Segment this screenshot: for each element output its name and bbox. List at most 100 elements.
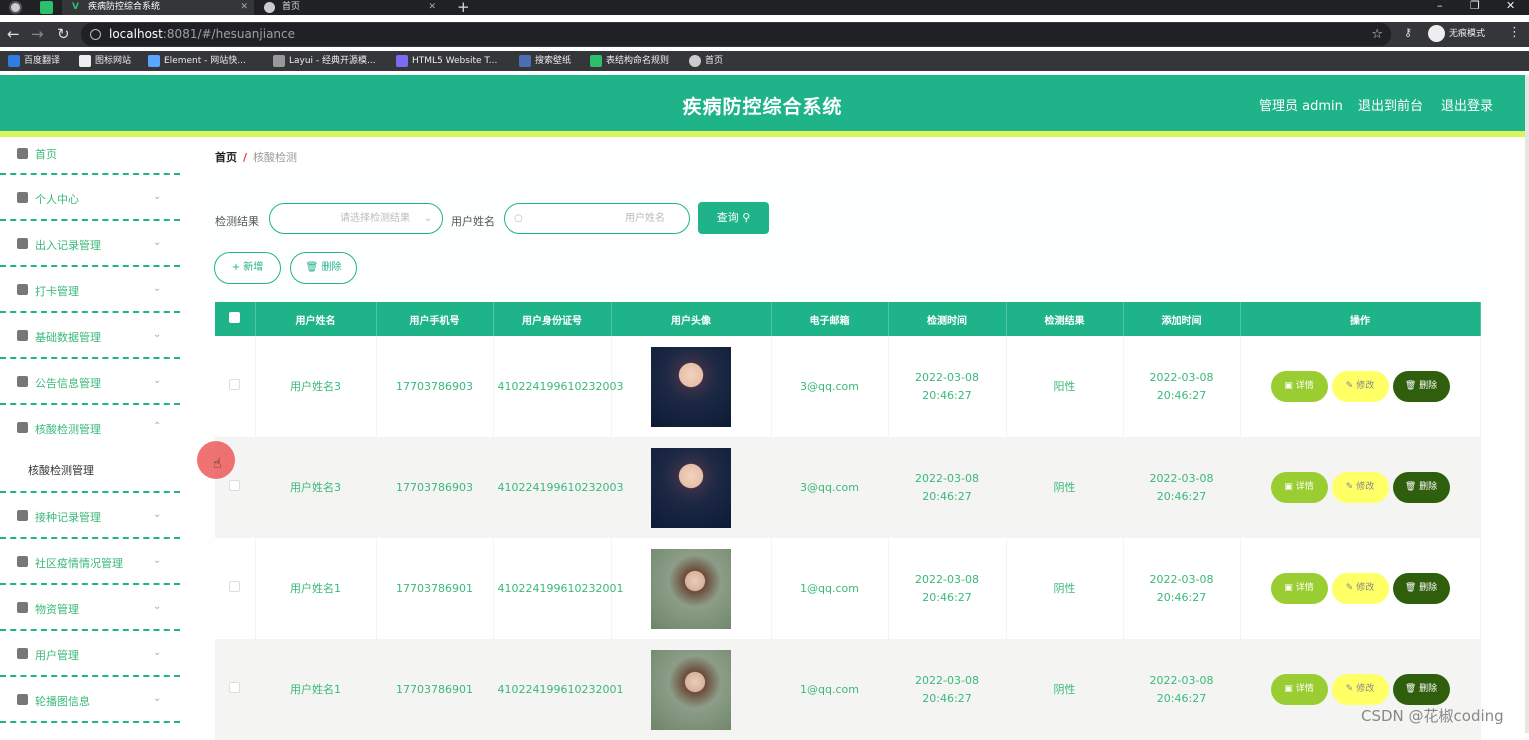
menu-dots-icon[interactable]: ⋮ — [1508, 25, 1521, 40]
name-search-input[interactable]: ○ 用户姓名 — [504, 203, 690, 234]
add-button[interactable]: + 新增 — [214, 252, 281, 284]
sidebar-item-access[interactable]: 出入记录管理 ⌄ — [0, 221, 180, 267]
cell-email: 3@qq.com — [771, 336, 889, 437]
user-avatar-image[interactable] — [651, 548, 731, 629]
minimize-button[interactable]: – — [1437, 0, 1443, 12]
column-header: 操作 — [1240, 302, 1481, 336]
edit-button[interactable]: ✎ 修改 — [1331, 674, 1389, 705]
bookmark-item[interactable]: 百度翻译 — [8, 51, 60, 71]
delete-button[interactable]: 🗑 删除 — [1392, 674, 1450, 705]
column-header[interactable]: 添加时间 — [1123, 302, 1241, 336]
tab-home[interactable]: 首页 ✕ — [256, 0, 442, 15]
column-header[interactable]: 检测结果 — [1006, 302, 1124, 336]
row-checkbox[interactable] — [229, 580, 241, 592]
column-header[interactable]: 用户手机号 — [376, 302, 494, 336]
detail-button[interactable]: ▣ 详情 — [1270, 371, 1328, 402]
edit-icon: ✎ — [1345, 381, 1354, 391]
batch-delete-button[interactable]: 🗑 删除 — [290, 252, 357, 284]
browser-globe-icon[interactable] — [9, 1, 22, 14]
edit-button[interactable]: ✎ 修改 — [1331, 573, 1389, 604]
row-select-cell — [215, 538, 256, 639]
column-header[interactable]: 电子邮箱 — [771, 302, 889, 336]
bookmark-item[interactable]: 搜索壁纸 — [519, 51, 571, 71]
column-header[interactable]: 用户身份证号 — [493, 302, 612, 336]
key-icon[interactable]: ⚷ — [1404, 26, 1412, 39]
cell-result: 阴性 — [1006, 639, 1124, 740]
cell-add-time: 2022-03-08 20:46:27 — [1123, 639, 1241, 740]
page-scrollbar[interactable] — [1525, 75, 1529, 733]
chevron-down-icon: ⌄ — [153, 191, 162, 202]
url-input[interactable]: localhost:8081/#/hesuanjiance ☆ — [81, 23, 1391, 46]
detail-button[interactable]: ▣ 详情 — [1270, 472, 1328, 503]
back-to-front-link[interactable]: 退出到前台 — [1358, 95, 1423, 114]
bookmark-item[interactable]: Layui - 经典开源模... — [273, 51, 376, 71]
cell-test-time: 2022-03-08 20:46:27 — [888, 538, 1007, 639]
edit-button[interactable]: ✎ 修改 — [1331, 371, 1389, 402]
sidebar-item-supplies[interactable]: 物资管理 ⌄ — [0, 585, 180, 631]
cell-operations: ▣ 详情 ✎ 修改 🗑 删除 — [1240, 437, 1481, 538]
sidebar-item-basedata[interactable]: 基础数据管理 ⌄ — [0, 313, 180, 359]
sidebar-item-community[interactable]: 社区疫情情况管理 ⌄ — [0, 539, 180, 585]
incognito-indicator[interactable]: 无痕模式 — [1428, 25, 1485, 43]
plus-icon: + — [231, 262, 241, 273]
detail-button[interactable]: ▣ 详情 — [1270, 573, 1328, 604]
sidebar-item-notice[interactable]: 公告信息管理 ⌄ — [0, 359, 180, 405]
user-avatar-image[interactable] — [651, 447, 731, 528]
column-header[interactable]: 检测时间 — [888, 302, 1007, 336]
column-header[interactable]: 用户姓名 — [255, 302, 377, 336]
layui-icon — [273, 55, 285, 67]
sheet-icon[interactable] — [40, 1, 53, 14]
cell-test-time: 2022-03-08 20:46:27 — [888, 336, 1007, 437]
row-checkbox[interactable] — [229, 681, 241, 693]
delete-button[interactable]: 🗑 删除 — [1392, 371, 1450, 402]
close-tab-icon[interactable]: ✕ — [240, 0, 248, 15]
edit-icon: ✎ — [1345, 684, 1354, 694]
close-window-button[interactable]: ✕ — [1506, 0, 1515, 12]
breadcrumb-current: 核酸检测 — [253, 151, 298, 164]
close-tab-icon[interactable]: ✕ — [428, 0, 436, 15]
sidebar-item-profile[interactable]: 个人中心 ⌄ — [0, 175, 180, 221]
edit-label: 修改 — [1356, 684, 1375, 694]
sidebar-item-home[interactable]: 首页 — [0, 137, 180, 175]
result-select[interactable]: 请选择检测结果 ⌄ — [269, 203, 443, 234]
user-icon — [17, 192, 28, 203]
bookmark-item[interactable]: 表结构命名规则 — [590, 51, 669, 71]
delete-button[interactable]: 🗑 删除 — [1392, 472, 1450, 503]
forward-icon[interactable]: → — [31, 25, 44, 43]
bookmark-item[interactable]: HTML5 Website T... — [396, 51, 497, 71]
tab-system[interactable]: V 疾病防控综合系统 ✕ — [62, 0, 254, 15]
chevron-down-icon: ⌄ — [423, 213, 432, 224]
copy-icon — [17, 376, 28, 387]
edit-button[interactable]: ✎ 修改 — [1331, 472, 1389, 503]
sidebar-item-nucleic[interactable]: 核酸检测管理 ⌃ 核酸检测管理 — [0, 405, 180, 493]
sidebar-subitem-nucleic[interactable]: 核酸检测管理 — [28, 462, 94, 478]
user-avatar-image[interactable] — [651, 346, 731, 427]
detail-label: 详情 — [1295, 482, 1314, 492]
select-all-checkbox[interactable] — [229, 312, 241, 323]
reload-icon[interactable]: ↻ — [57, 25, 70, 43]
bookmark-item[interactable]: 首页 — [689, 51, 723, 71]
chevron-up-icon: ⌃ — [153, 421, 162, 432]
query-button[interactable]: 查询 ⚲ — [698, 202, 769, 234]
cell-email: 3@qq.com — [771, 437, 889, 538]
user-avatar-image[interactable] — [651, 649, 731, 730]
logout-link[interactable]: 退出登录 — [1441, 95, 1493, 114]
row-checkbox[interactable] — [229, 378, 241, 390]
back-icon[interactable]: ← — [7, 25, 20, 43]
wallpaper-icon — [519, 55, 531, 67]
detail-button[interactable]: ▣ 详情 — [1270, 674, 1328, 705]
new-tab-button[interactable]: + — [457, 0, 470, 16]
sidebar-item-checkin[interactable]: 打卡管理 ⌄ — [0, 267, 180, 313]
maximize-button[interactable]: ❐ — [1470, 0, 1480, 12]
bookmark-item[interactable]: 图标网站 — [79, 51, 131, 71]
bookmark-item[interactable]: Element - 网站快... — [148, 51, 246, 71]
delete-button[interactable]: 🗑 删除 — [1392, 573, 1450, 604]
sidebar-item-users[interactable]: 用户管理 ⌄ — [0, 631, 180, 677]
trash-icon: 🗑 — [1404, 381, 1417, 391]
star-icon[interactable]: ☆ — [1371, 23, 1383, 46]
sidebar-item-vaccine[interactable]: 接种记录管理 ⌄ — [0, 493, 180, 539]
row-checkbox[interactable] — [229, 479, 241, 491]
breadcrumb-home[interactable]: 首页 — [215, 151, 237, 164]
send-icon — [17, 238, 28, 249]
sidebar-item-carousel[interactable]: 轮播图信息 ⌄ — [0, 677, 180, 723]
